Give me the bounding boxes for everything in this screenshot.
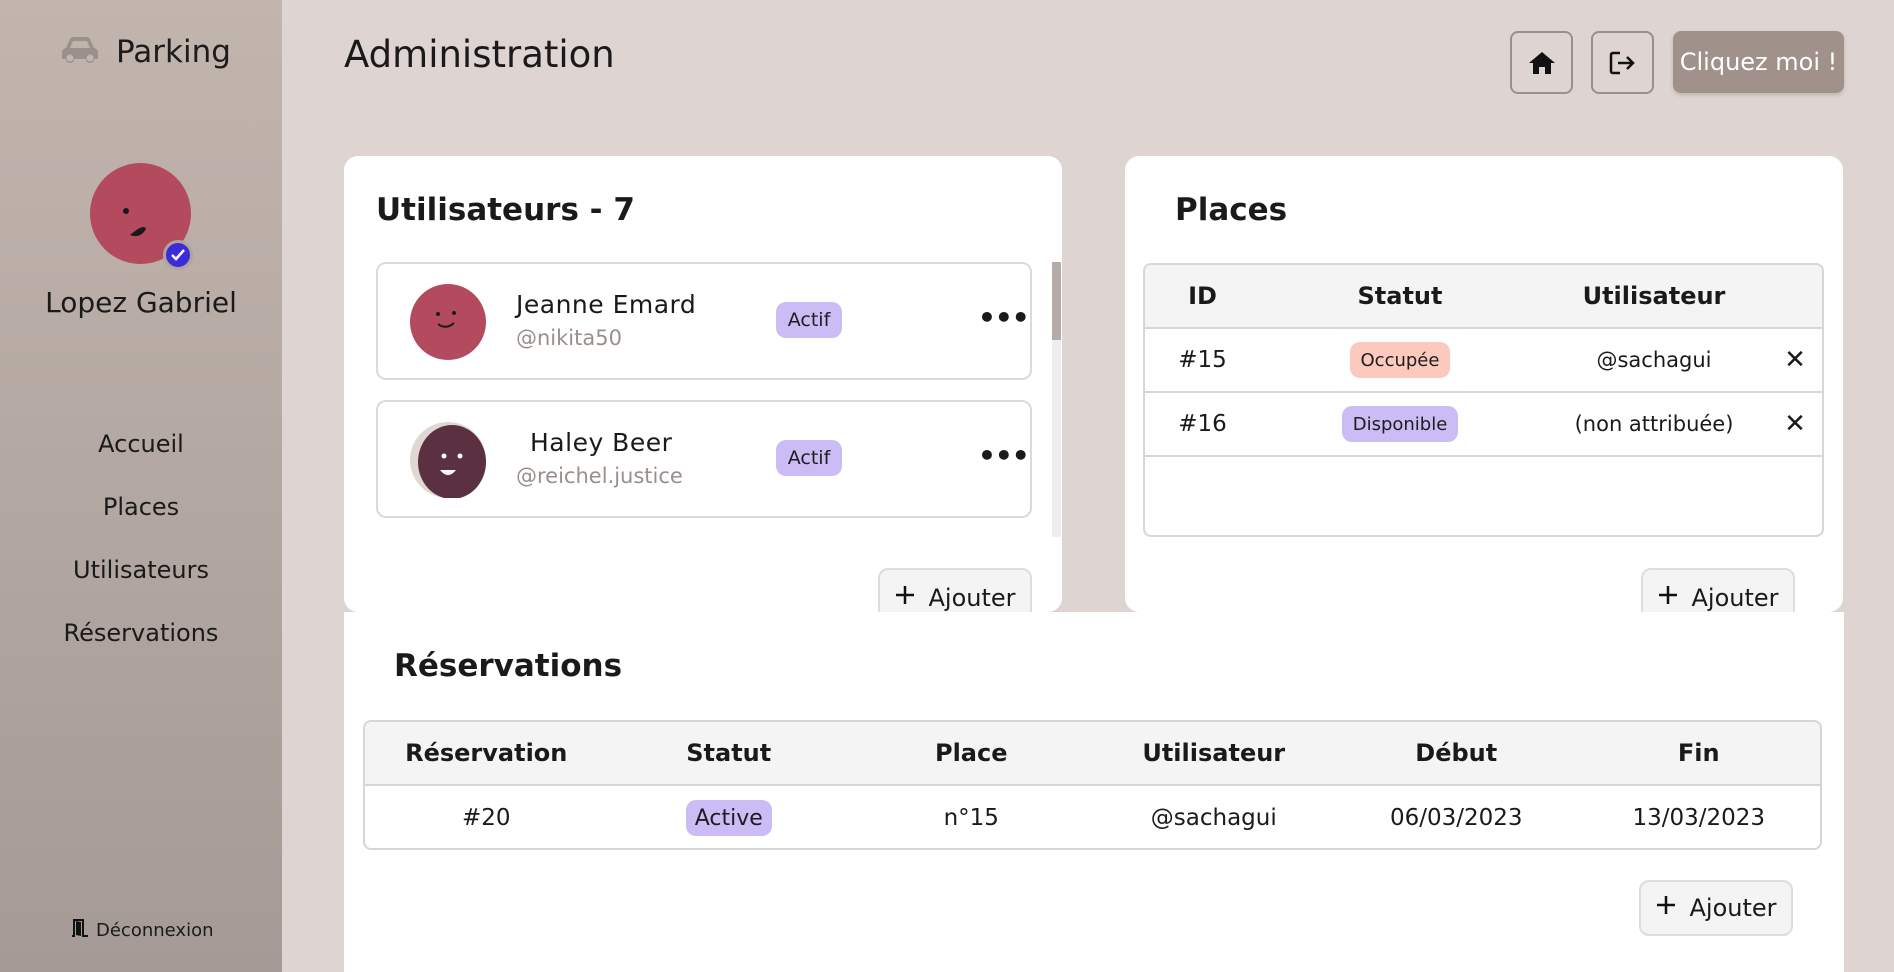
logout-label: Déconnexion (96, 920, 214, 941)
place-user: (non attribuée) (1574, 412, 1734, 436)
user-card[interactable]: Jeanne Emard @nikita50 Actif ••• (376, 262, 1032, 380)
scrollbar-thumb[interactable] (1052, 262, 1061, 340)
app-name: Parking (116, 34, 231, 70)
verified-icon (163, 240, 193, 270)
nav-item-utilisateurs[interactable]: Utilisateurs (0, 550, 282, 613)
column-header: Début (1415, 739, 1498, 767)
user-handle: @reichel.justice (516, 464, 683, 488)
reservation-id: #20 (461, 805, 511, 831)
add-label: Ajouter (928, 584, 1016, 612)
plus-icon (1655, 894, 1677, 922)
column-header: Fin (1677, 739, 1720, 767)
user-avatar (410, 284, 486, 360)
status-badge: Active (685, 800, 772, 836)
reservation-place: n°15 (943, 805, 999, 831)
column-header: Utilisateur (1142, 739, 1286, 767)
user-name: Jeanne Emard (516, 290, 697, 319)
status-badge: Actif (776, 440, 842, 476)
nav-item-reservations[interactable]: Réservations (0, 613, 282, 676)
reservations-title: Réservations (394, 648, 623, 684)
nav-item-accueil[interactable]: Accueil (0, 424, 282, 487)
places-card: Places ID Statut Utilisateur #15 Occupée… (1125, 156, 1843, 628)
place-status: Disponible (1260, 406, 1540, 442)
column-header: Statut (686, 739, 772, 767)
user-card[interactable]: Haley Beer @reichel.justice Actif ••• (376, 400, 1032, 518)
place-id: #16 (1178, 411, 1227, 437)
column-header: Utilisateur (1582, 282, 1726, 310)
place-id: #15 (1178, 347, 1227, 373)
user-name: Haley Beer (530, 428, 673, 457)
table-row[interactable]: #20 Active n°15 @sachagui 06/03/2023 13/… (365, 786, 1820, 848)
add-label: Ajouter (1689, 894, 1777, 922)
status-badge: Occupée (1350, 342, 1450, 378)
reservations-table-header: Réservation Statut Place Utilisateur Déb… (365, 722, 1820, 786)
logout-button[interactable] (1591, 31, 1654, 94)
user-handle: @nikita50 (516, 326, 622, 350)
users-scrollbar[interactable] (1052, 262, 1061, 537)
table-row[interactable]: #16 Disponible (non attribuée) ✕ (1145, 393, 1822, 457)
sign-out-icon (1609, 51, 1635, 74)
places-table: ID Statut Utilisateur #15 Occupée @sacha… (1143, 263, 1824, 537)
table-row[interactable]: #15 Occupée @sachagui ✕ (1145, 329, 1822, 393)
place-status: Occupée (1260, 342, 1540, 378)
reservation-user: @sachagui (1150, 805, 1277, 831)
more-options-icon[interactable]: ••• (978, 442, 1030, 470)
reservations-table: Réservation Statut Place Utilisateur Déb… (363, 720, 1822, 850)
avatar[interactable] (90, 163, 193, 270)
cta-button[interactable]: Cliquez moi ! (1673, 31, 1844, 93)
reservations-card: Réservations Réservation Statut Place Ut… (344, 612, 1844, 972)
reservation-start: 06/03/2023 (1389, 805, 1523, 831)
page-title: Administration (344, 33, 615, 76)
reservation-status: Active (608, 800, 851, 836)
place-user: @sachagui (1596, 348, 1712, 372)
status-badge: Actif (776, 302, 842, 338)
users-title: Utilisateurs - 7 (376, 192, 635, 228)
status-badge: Disponible (1342, 406, 1458, 442)
plus-icon (894, 584, 916, 612)
car-icon (60, 36, 100, 68)
plus-icon (1657, 584, 1679, 612)
places-table-header: ID Statut Utilisateur (1145, 265, 1822, 329)
user-avatar (410, 422, 486, 499)
more-options-icon[interactable]: ••• (978, 304, 1030, 332)
add-label: Ajouter (1691, 584, 1779, 612)
places-title: Places (1175, 192, 1288, 228)
reservation-end: 13/03/2023 (1632, 805, 1766, 831)
user-name: Lopez Gabriel (45, 286, 237, 319)
avatar-face-icon (418, 425, 486, 499)
door-icon (70, 918, 90, 943)
avatar-face-icon (436, 311, 456, 328)
users-card: Utilisateurs - 7 Jeanne Emard @nikita50 … (344, 156, 1062, 628)
sidebar-nav: Accueil Places Utilisateurs Réservations (0, 424, 282, 676)
column-header: Statut (1357, 282, 1443, 310)
home-button[interactable] (1510, 31, 1573, 94)
logout-link[interactable]: Déconnexion (70, 918, 214, 943)
brand[interactable]: Parking (60, 34, 231, 70)
nav-item-places[interactable]: Places (0, 487, 282, 550)
add-reservation-button[interactable]: Ajouter (1639, 880, 1793, 936)
column-header: ID (1188, 282, 1217, 310)
delete-icon[interactable]: ✕ (1768, 345, 1822, 375)
column-header: Place (934, 739, 1008, 767)
delete-icon[interactable]: ✕ (1768, 409, 1822, 439)
home-icon (1528, 51, 1555, 74)
sidebar: Parking Lopez Gabriel Accueil Places Uti… (0, 0, 282, 972)
column-header: Réservation (405, 739, 568, 767)
